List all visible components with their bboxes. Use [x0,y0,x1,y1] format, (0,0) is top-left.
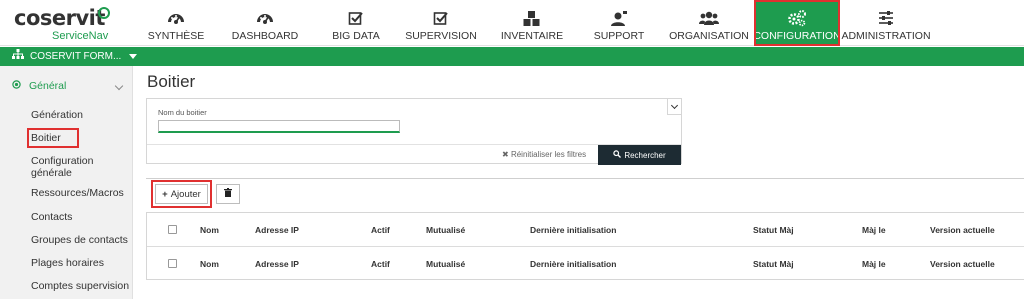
plus-icon: + [162,188,168,200]
logo-mark-icon [98,7,110,19]
table-header-row: Nom Adresse IP Actif Mutualisé Dernière … [147,213,1024,247]
sidebar-item-comptes-supervision[interactable]: Comptes supervision [31,280,129,292]
add-button-label: Ajouter [170,188,201,200]
column-header-derniere-initialisation[interactable]: Dernière initialisation [530,225,616,235]
filter-collapse-toggle[interactable] [667,98,682,115]
delete-button[interactable] [216,184,240,204]
nav-label: SUPPORT [593,30,645,42]
sidebar-item-plages-horaires[interactable]: Plages horaires [31,257,104,269]
boitier-name-input[interactable] [158,120,400,133]
search-button[interactable]: Rechercher [598,145,681,165]
sidebar-item-generation[interactable]: Génération [31,109,83,121]
user-support-icon [610,8,628,28]
search-button-label: Rechercher [624,150,666,160]
table-cell: Dernière initialisation [530,259,617,269]
sidebar: Général Génération Boitier Configuration… [0,66,133,299]
chevron-down-icon [670,101,679,109]
table-cell: Màj le [862,259,886,269]
boitier-table: Nom Adresse IP Actif Mutualisé Dernière … [146,212,1024,280]
logo-subtitle: ServiceNav [52,30,109,42]
column-header-actif[interactable]: Actif [371,225,390,235]
nav-label: ADMINISTRATION [841,30,931,42]
page-title: Boitier [147,72,196,91]
org-name: COSERVIT FORM... [30,50,122,62]
column-header-mutualise[interactable]: Mutualisé [426,225,465,235]
sidebar-section-label: Général [29,80,67,92]
nav-supervision[interactable]: SUPERVISION [405,0,477,46]
reset-filters-button[interactable]: ✖ Réinitialiser les filtres [502,150,586,159]
nav-label: DASHBOARD [231,30,299,42]
sidebar-section-general[interactable]: Général [12,80,126,92]
caret-down-icon [129,53,138,59]
row-checkbox[interactable] [168,259,177,268]
sidebar-item-boitier[interactable]: Boitier [27,128,79,148]
filter-label: Nom du boitier [158,108,207,117]
table-cell: Mutualisé [426,259,466,269]
org-switcher[interactable]: COSERVIT FORM... [12,49,138,63]
sitemap-icon [12,49,24,63]
search-icon [613,150,622,160]
column-header-version-actuelle[interactable]: Version actuelle [930,225,995,235]
nav-inventaire[interactable]: INVENTAIRE [500,0,564,46]
table-cell: Adresse IP [255,259,299,269]
table-cell: Nom [200,259,219,269]
check-square-icon [433,8,449,28]
nav-dashboard[interactable]: DASHBOARD [230,0,300,46]
gears-icon [787,8,807,28]
nav-label: INVENTAIRE [500,30,564,42]
table-row: Nom Adresse IP Actif Mutualisé Dernière … [147,247,1024,281]
org-bar: COSERVIT FORM... [0,47,1024,66]
nav-label: ORGANISATION [669,30,749,42]
cubes-icon [522,8,542,28]
close-icon: ✖ [502,150,509,159]
sliders-icon [878,8,894,28]
column-header-maj-le[interactable]: Màj le [862,225,886,235]
add-button[interactable]: + Ajouter [155,184,208,204]
logo-name: coservit [14,6,105,30]
sidebar-item-label: générale [31,167,72,179]
chevron-down-icon [114,81,124,91]
table-cell: Statut Màj [753,259,794,269]
nav-big-data[interactable]: BIG DATA [326,0,386,46]
coservit-logo[interactable]: coservit ServiceNav [14,6,124,42]
top-navbar: coservit ServiceNav SYNTHÈSE DASHBOARD B… [0,0,1024,46]
section-divider [146,178,1024,179]
table-cell: Actif [371,259,390,269]
nav-synthese[interactable]: SYNTHÈSE [142,0,210,46]
reset-filters-label: Réinitialiser les filtres [510,150,587,159]
nav-administration[interactable]: ADMINISTRATION [841,0,931,46]
nav-label: BIG DATA [332,30,380,42]
select-all-checkbox[interactable] [168,225,177,234]
check-square-icon [348,8,364,28]
sidebar-item-groupes-de-contacts[interactable]: Groupes de contacts [31,234,128,246]
column-header-adresse-ip[interactable]: Adresse IP [255,225,299,235]
filter-footer: ✖ Réinitialiser les filtres Rechercher [147,144,681,165]
sidebar-item-label: Configuration [31,155,94,167]
column-header-nom[interactable]: Nom [200,225,219,235]
filter-panel: Nom du boitier ✖ Réinitialiser les filtr… [146,98,682,165]
column-header-statut-maj[interactable]: Statut Màj [753,225,794,235]
nav-label: SUPERVISION [405,30,477,42]
nav-configuration[interactable]: CONFIGURATION [753,0,841,46]
sidebar-item-contacts[interactable]: Contacts [31,211,72,223]
sidebar-item-configuration-generale[interactable]: Configuration générale [31,155,93,179]
table-cell: Version actuelle [930,259,995,269]
gauge-icon [167,8,185,28]
nav-label: SYNTHÈSE [147,30,205,42]
gauge-icon [256,8,274,28]
target-circle-icon [12,80,21,92]
trash-icon [224,188,232,200]
nav-support[interactable]: SUPPORT [590,0,648,46]
nav-organisation[interactable]: ORGANISATION [669,0,749,46]
sidebar-item-ressources-macros[interactable]: Ressources/Macros [31,187,124,199]
users-icon [699,8,719,28]
nav-label: CONFIGURATION [753,30,841,42]
